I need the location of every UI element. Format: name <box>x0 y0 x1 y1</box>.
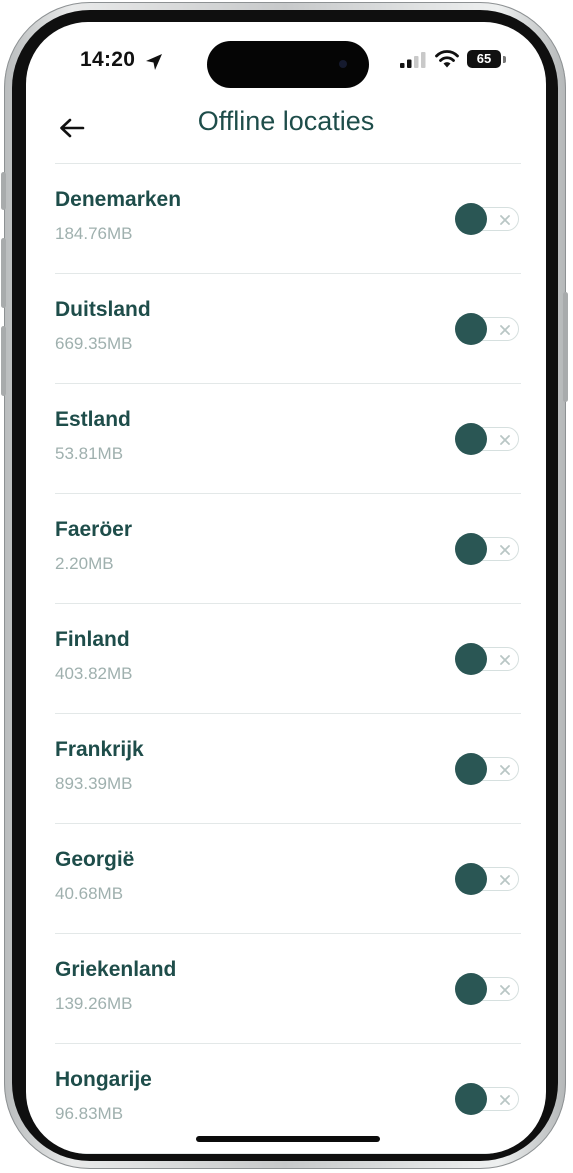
offline-locations-list: Denemarken 184.76MB Duitsland 669.35MB Estla… <box>55 163 521 1154</box>
home-indicator[interactable] <box>196 1136 380 1142</box>
location-size: 893.39MB <box>55 774 133 793</box>
close-icon <box>500 215 510 225</box>
location-size: 139.26MB <box>55 994 133 1013</box>
download-toggle[interactable] <box>455 533 521 565</box>
close-icon <box>500 435 510 445</box>
download-toggle[interactable] <box>455 863 521 895</box>
list-item[interactable]: Estland 53.81MB <box>55 384 521 494</box>
location-name: Estland <box>55 408 131 431</box>
location-size: 96.83MB <box>55 1104 124 1123</box>
toggle-knob <box>455 313 487 345</box>
screen: 14:20 65 Offline locaties Denemarken 184… <box>26 22 546 1154</box>
location-size: 40.68MB <box>55 884 124 903</box>
cellular-signal-icon <box>400 52 426 68</box>
download-toggle[interactable] <box>455 203 521 235</box>
download-toggle[interactable] <box>455 973 521 1005</box>
list-item[interactable]: Frankrijk 893.39MB <box>55 714 521 824</box>
list-item[interactable]: Denemarken 184.76MB <box>55 164 521 274</box>
location-name: Georgië <box>55 848 135 871</box>
battery-tip <box>503 56 506 63</box>
list-item[interactable]: Duitsland 669.35MB <box>55 274 521 384</box>
close-icon <box>500 545 510 555</box>
close-icon <box>500 765 510 775</box>
front-camera <box>339 60 347 68</box>
close-icon <box>500 325 510 335</box>
toggle-knob <box>455 973 487 1005</box>
list-item[interactable]: Finland 403.82MB <box>55 604 521 714</box>
toggle-knob <box>455 1083 487 1115</box>
close-icon <box>500 1095 510 1105</box>
wifi-icon <box>435 50 459 68</box>
location-size: 2.20MB <box>55 554 114 573</box>
download-toggle[interactable] <box>455 423 521 455</box>
volume-down-button <box>1 326 6 396</box>
toggle-knob <box>455 423 487 455</box>
toggle-knob <box>455 863 487 895</box>
location-name: Frankrijk <box>55 738 144 761</box>
download-toggle[interactable] <box>455 753 521 785</box>
status-time: 14:20 <box>80 48 136 71</box>
page-title: Offline locaties <box>197 106 375 136</box>
location-arrow-icon <box>146 54 162 70</box>
location-name: Griekenland <box>55 958 177 981</box>
download-toggle[interactable] <box>455 313 521 345</box>
list-item[interactable]: Faeröer 2.20MB <box>55 494 521 604</box>
location-size: 184.76MB <box>55 224 133 243</box>
dynamic-island <box>207 41 369 88</box>
close-icon <box>500 875 510 885</box>
toggle-knob <box>455 753 487 785</box>
location-name: Finland <box>55 628 130 651</box>
location-name: Denemarken <box>55 188 182 211</box>
list-item[interactable]: Griekenland 139.26MB <box>55 934 521 1044</box>
action-button <box>1 172 6 210</box>
location-name: Faeröer <box>55 518 133 541</box>
volume-up-button <box>1 238 6 308</box>
location-name: Hongarije <box>55 1068 152 1091</box>
phone-frame: 14:20 65 Offline locaties Denemarken 184… <box>1 2 568 1169</box>
download-toggle[interactable] <box>455 1083 521 1115</box>
app-header: Offline locaties <box>26 102 546 162</box>
close-icon <box>500 655 510 665</box>
location-name: Duitsland <box>55 298 151 321</box>
close-icon <box>500 985 510 995</box>
status-bar: 14:20 65 <box>26 22 546 102</box>
location-size: 669.35MB <box>55 334 133 353</box>
list-item[interactable]: Georgië 40.68MB <box>55 824 521 934</box>
download-toggle[interactable] <box>455 643 521 675</box>
toggle-knob <box>455 643 487 675</box>
location-size: 403.82MB <box>55 664 133 683</box>
location-size: 53.81MB <box>55 444 124 463</box>
power-button <box>563 292 568 402</box>
toggle-knob <box>455 203 487 235</box>
battery-indicator: 65 <box>467 50 501 68</box>
toggle-knob <box>455 533 487 565</box>
